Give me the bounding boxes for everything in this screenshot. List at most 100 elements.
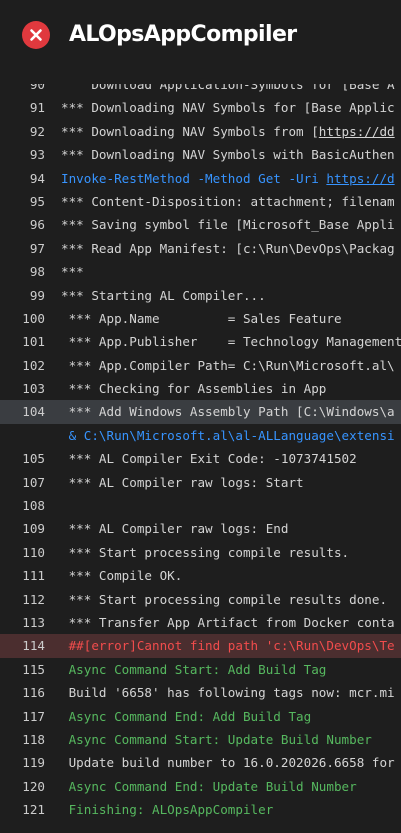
log-line[interactable]: 110 *** Start processing compile results…: [0, 541, 401, 564]
line-number: 90: [29, 84, 45, 92]
log-line[interactable]: 120 Async Command End: Update Build Numb…: [0, 775, 401, 798]
log-text: ##[error]Cannot find path 'c:\Run\DevOps…: [61, 638, 395, 654]
log-line[interactable]: 90 Download Application-Symbols for [Bas…: [0, 84, 401, 96]
line-number: 92: [29, 123, 45, 139]
log-line[interactable]: 111 *** Compile OK.: [0, 564, 401, 587]
log-line-text: Update build number to 16.0.202026.6658 …: [61, 751, 395, 774]
log-line[interactable]: 113 *** Transfer App Artifact from Docke…: [0, 611, 401, 634]
log-line-text: *** AL Compiler Exit Code: -1073741502: [61, 447, 357, 470]
log-text: *** Downloading NAV Symbols for [Base Ap…: [61, 100, 395, 116]
log-line[interactable]: 118 Async Command Start: Update Build Nu…: [0, 728, 401, 751]
log-text: *** Content-Disposition: attachment; fil…: [61, 193, 395, 209]
line-number: 94: [29, 170, 45, 186]
log-line-text: *** Downloading NAV Symbols from [https:…: [61, 120, 395, 143]
log-text: *** App.Publisher = Technology Managemen…: [61, 334, 401, 350]
log-line[interactable]: 99 *** Starting AL Compiler...: [0, 284, 401, 307]
log-line[interactable]: 101 *** App.Publisher = Technology Manag…: [0, 330, 401, 353]
log-text: *** Compile OK.: [61, 568, 183, 584]
line-number: 107: [22, 474, 45, 490]
log-line[interactable]: 103 *** Checking for Assemblies in App: [0, 377, 401, 400]
log-line-text: *** AL Compiler raw logs: End: [61, 517, 289, 540]
log-link[interactable]: https://dd: [319, 124, 395, 139]
log-line-text: *** Starting AL Compiler...: [61, 284, 266, 307]
line-number: 98: [29, 264, 45, 280]
task-title: ALOpsAppCompiler: [69, 22, 297, 47]
line-number: 105: [22, 451, 45, 467]
log-line[interactable]: 98 ***: [0, 260, 401, 283]
log-line[interactable]: 112 *** Start processing compile results…: [0, 588, 401, 611]
log-line[interactable]: 116 Build '6658' has following tags now:…: [0, 681, 401, 704]
log-line[interactable]: 93 *** Downloading NAV Symbols with Basic…: [0, 143, 401, 166]
log-line[interactable]: 119 Update build number to 16.0.202026.6…: [0, 751, 401, 774]
log-text: Build '6658' has following tags now: mcr…: [61, 685, 395, 701]
log-line[interactable]: 105 *** AL Compiler Exit Code: -10737415…: [0, 447, 401, 470]
line-number: 91: [29, 100, 45, 116]
log-line[interactable]: 97 *** Read App Manifest: [c:\Run\DevOps\…: [0, 237, 401, 260]
log-text: Update build number to 16.0.202026.6658 …: [61, 755, 395, 771]
log-line-text: Invoke-RestMethod -Method Get -Uri https…: [61, 167, 395, 190]
line-number: 118: [22, 731, 45, 747]
line-number: 114: [22, 638, 45, 654]
log-line-error[interactable]: 114 ##[error]Cannot find path 'c:\Run\De…: [0, 634, 401, 658]
log-line-text: *** Transfer App Artifact from Docker co…: [61, 611, 395, 634]
log-line[interactable]: & C:\Run\Microsoft.al\al-ALLanguage\exte…: [0, 424, 401, 447]
log-line-text: *** Compile OK.: [61, 564, 183, 587]
log-line-text: *** Start processing compile results don…: [61, 588, 387, 611]
log-line-text: *** Read App Manifest: [c:\Run\DevOps\Pa…: [61, 237, 395, 260]
log-line[interactable]: 94 Invoke-RestMethod -Method Get -Uri htt…: [0, 167, 401, 190]
line-number: 97: [29, 240, 45, 256]
line-number: 112: [22, 591, 45, 607]
log-line[interactable]: 92 *** Downloading NAV Symbols from [http…: [0, 120, 401, 143]
log-line[interactable]: 109 *** AL Compiler raw logs: End: [0, 517, 401, 540]
log-line[interactable]: 121 Finishing: ALOpsAppCompiler: [0, 798, 401, 821]
log-text: *** Add Windows Assembly Path [C:\Window…: [61, 404, 395, 420]
log-text: Invoke-RestMethod -Method Get -Uri: [61, 170, 327, 186]
log-line[interactable]: 117 Async Command End: Add Build Tag: [0, 705, 401, 728]
log-text: *** Read App Manifest: [c:\Run\DevOps\Pa…: [61, 240, 395, 256]
line-number: 109: [22, 521, 45, 537]
log-line[interactable]: 100 *** App.Name = Sales Feature: [0, 307, 401, 330]
log-line-text: *** Downloading NAV Symbols for [Base Ap…: [61, 96, 395, 119]
log-text: *** Downloading NAV Symbols from [: [61, 123, 319, 139]
log-text: Download Application-Symbols for [Base A: [61, 84, 395, 92]
log-text: *** Start processing compile results.: [61, 544, 350, 560]
line-number: 119: [22, 755, 45, 771]
log-line-text: Download Application-Symbols for [Base A: [61, 84, 395, 96]
log-line[interactable]: 115 Async Command Start: Add Build Tag: [0, 658, 401, 681]
line-number: 113: [22, 614, 45, 630]
log-text: *** Starting AL Compiler...: [61, 287, 266, 303]
log-text: *** AL Compiler raw logs: End: [61, 521, 289, 537]
line-number: 104: [22, 404, 45, 420]
line-number: 115: [22, 661, 45, 677]
log-line[interactable]: 91 *** Downloading NAV Symbols for [Base …: [0, 96, 401, 119]
log-line[interactable]: 102 *** App.Compiler Path= C:\Run\Micros…: [0, 354, 401, 377]
line-number: 108: [22, 498, 45, 514]
log-text: Async Command End: Add Build Tag: [61, 708, 312, 724]
pipeline-log-view: ALOpsAppCompiler 90 Download Application…: [0, 0, 401, 833]
line-number: 117: [22, 708, 45, 724]
line-number: 116: [22, 685, 45, 701]
log-line[interactable]: 95 *** Content-Disposition: attachment; f…: [0, 190, 401, 213]
log-line-text: *** Start processing compile results.: [61, 541, 350, 564]
log-line-text: Finishing: ALOpsAppCompiler: [61, 798, 274, 821]
line-number: 110: [22, 544, 45, 560]
log-line[interactable]: 108: [0, 494, 401, 517]
line-number: 120: [22, 778, 45, 794]
log-link[interactable]: https://d: [326, 171, 394, 186]
log-output[interactable]: 90 Download Application-Symbols for [Bas…: [0, 84, 401, 833]
line-number: 111: [22, 568, 45, 584]
log-text: ***: [61, 264, 84, 280]
log-line-text: *** App.Compiler Path= C:\Run\Microsoft.…: [61, 354, 395, 377]
line-number: 121: [22, 802, 45, 818]
log-text: *** Checking for Assemblies in App: [61, 381, 327, 397]
log-line[interactable]: 107 *** AL Compiler raw logs: Start: [0, 471, 401, 494]
log-line[interactable]: 96 *** Saving symbol file [Microsoft_Base…: [0, 213, 401, 236]
task-header: ALOpsAppCompiler: [0, 0, 401, 78]
log-text: *** App.Compiler Path= C:\Run\Microsoft.…: [61, 357, 395, 373]
log-line[interactable]: 104 *** Add Windows Assembly Path [C:\Wi…: [0, 400, 401, 424]
log-text: Async Command Start: Update Build Number: [61, 731, 372, 747]
log-line-text: ##[error]Cannot find path 'c:\Run\DevOps…: [61, 634, 395, 657]
log-line-text: *** Add Windows Assembly Path [C:\Window…: [61, 400, 395, 423]
log-text: *** AL Compiler Exit Code: -1073741502: [61, 451, 357, 467]
log-text: *** App.Name = Sales Feature: [61, 310, 342, 326]
